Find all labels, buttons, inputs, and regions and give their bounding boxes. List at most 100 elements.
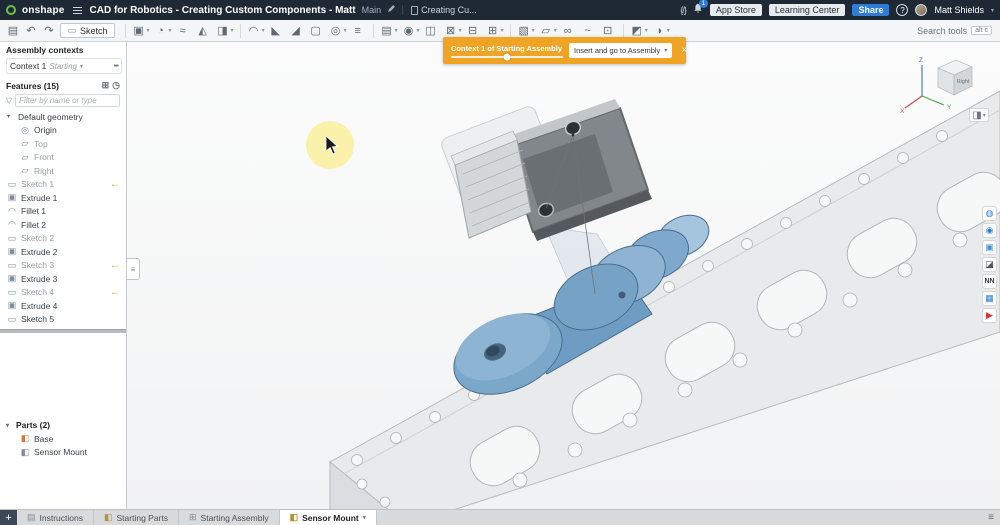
grid-widget-icon[interactable]: ▦ (982, 291, 997, 306)
rib-tool[interactable]: ≡ (349, 22, 367, 39)
collapse-caret-icon[interactable]: ▾ (7, 113, 14, 120)
banner-close-icon[interactable]: × (678, 45, 690, 56)
user-menu-caret-icon[interactable]: ▾ (991, 7, 994, 14)
capture-widget-icon[interactable]: ▣ (982, 240, 997, 255)
context-opacity-slider[interactable] (451, 53, 563, 60)
feature-row[interactable]: ▭ Sketch 3 ← (0, 259, 126, 273)
top-plane-row[interactable]: ▱ Top (0, 137, 126, 151)
feature-row[interactable]: ▣ Extrude 2 (0, 245, 126, 259)
circular-pattern-tool[interactable]: ◉ ▾ (400, 22, 420, 39)
context-menu-button[interactable]: ••• (114, 63, 119, 70)
feature-filter-row: ▽ (0, 93, 126, 110)
feature-row[interactable]: ▣ Extrude 3 (0, 272, 126, 286)
document-title: CAD for Robotics - Creating Custom Compo… (89, 4, 356, 16)
in-context-arrow-icon: ← (110, 286, 120, 298)
hole-tool[interactable]: ◎ ▾ (327, 22, 347, 39)
rollback-bar[interactable] (0, 329, 126, 333)
open-document-tab-label: Creating Cu... (421, 5, 477, 15)
graphics-area[interactable] (127, 42, 1000, 509)
open-document-tab[interactable]: Creating Cu... (402, 5, 477, 15)
redo-icon[interactable]: ↷ (40, 22, 58, 39)
app-store-button[interactable]: App Store (709, 4, 762, 16)
user-name[interactable]: Matt Shields (934, 5, 984, 15)
right-plane-row[interactable]: ▱ Right (0, 164, 126, 178)
panel-widget-icon[interactable]: ◪ (982, 257, 997, 272)
front-plane-row[interactable]: ▱ Front (0, 151, 126, 165)
base-plate-part[interactable] (329, 90, 1000, 509)
insert-and-go-button[interactable]: Insert and go to Assembly ▾ (569, 43, 673, 58)
loft-tool[interactable]: ◭ (194, 22, 212, 39)
tab-manager-icon[interactable]: ≡ (982, 510, 1000, 525)
notifications-bell-icon[interactable]: 1 (693, 0, 708, 17)
feature-panel-resize-handle[interactable]: ≡ (127, 258, 140, 280)
origin-row[interactable]: ◎ Origin (0, 124, 126, 138)
slider-knob[interactable] (503, 53, 511, 60)
view-options-button[interactable]: ◨ ▾ (969, 108, 989, 122)
learning-center-button[interactable]: Learning Center (768, 4, 846, 16)
linear-pattern-tool[interactable]: ▤ ▾ (378, 22, 397, 39)
feature-row[interactable]: ▭ Sketch 4 ← (0, 286, 126, 300)
tab-menu-caret-icon[interactable]: ▾ (363, 514, 366, 521)
branch-label[interactable]: Main (362, 5, 382, 15)
loft-icon: ◭ (198, 25, 207, 37)
feature-row[interactable]: ▣ Extrude 1 (0, 191, 126, 205)
revolve-tool[interactable]: ◔ ▾ (152, 22, 171, 39)
notes-widget-icon[interactable]: NN (982, 274, 997, 289)
part-row[interactable]: ◧ Base (0, 432, 126, 446)
video-widget-icon[interactable]: ▶ (982, 308, 997, 323)
shell-icon: ▢ (310, 25, 321, 37)
extrude-tool[interactable]: ▣ ▾ (130, 22, 149, 39)
sphere-widget-icon[interactable]: ◍ (982, 206, 997, 221)
tab-instructions[interactable]: ▤ Instructions (17, 510, 94, 525)
tab-starting-parts[interactable]: ◧ Starting Parts (94, 510, 179, 525)
help-button[interactable]: ? (896, 4, 909, 16)
tab-label: Starting Parts (116, 512, 169, 523)
sweep-tool[interactable]: ≈ (174, 22, 192, 39)
axis-z-label: Z (919, 57, 923, 64)
feature-row[interactable]: ▣ Extrude 4 (0, 299, 126, 313)
tab-starting-assembly[interactable]: ⊞ Starting Assembly (179, 510, 280, 525)
extrude-icon: ▣ (7, 300, 17, 311)
tab-sensor-mount[interactable]: ◧ Sensor Mount ▾ (279, 510, 377, 525)
user-avatar[interactable] (915, 4, 928, 16)
parts-header[interactable]: ▾ Parts (2) (0, 417, 126, 432)
lens-widget-icon[interactable]: ◉ (982, 223, 997, 238)
feature-filter-input[interactable] (15, 94, 120, 107)
draft-tool[interactable]: ◢ (287, 22, 305, 39)
chamfer-tool[interactable]: ◣ (267, 22, 285, 39)
feature-row[interactable]: ▭ Sketch 2 (0, 232, 126, 246)
feature-row[interactable]: ▭ Sketch 1 ← (0, 178, 126, 192)
new-tab-button[interactable]: + (0, 510, 17, 525)
sketch-icon: ▭ (67, 25, 77, 35)
rollback-history-icon[interactable]: ◷ (112, 80, 120, 91)
sketch-button[interactable]: ▭ Sketch (60, 23, 115, 38)
onshape-logo-icon[interactable] (6, 5, 16, 15)
front-plane-label: Front (34, 152, 54, 163)
feature-row[interactable]: ◠ Fillet 2 (0, 218, 126, 232)
context-caret-icon[interactable]: ▾ (80, 63, 83, 70)
panel-toggle-icon[interactable]: ▤ (4, 22, 22, 39)
top-plane-label: Top (34, 138, 48, 149)
share-button[interactable]: Share (852, 4, 890, 16)
3d-viewport[interactable] (127, 42, 1000, 509)
view-cube-faces[interactable]: Right (937, 59, 973, 96)
new-folder-icon[interactable]: ⊞ (102, 80, 110, 91)
collapse-caret-icon[interactable]: ▾ (6, 422, 13, 429)
edit-pencil-icon[interactable] (387, 4, 396, 16)
default-geometry-row[interactable]: ▾ Default geometry (0, 110, 126, 124)
fillet-tool[interactable]: ◠ ▾ (245, 22, 265, 39)
feature-row[interactable]: ▭ Sketch 5 (0, 313, 126, 327)
mirror-tool[interactable]: ◫ (422, 22, 440, 39)
chamfer-icon: ◣ (271, 25, 280, 37)
part-row[interactable]: ◧ Sensor Mount (0, 446, 126, 460)
feedback-code-icon[interactable]: {/} (680, 5, 686, 15)
view-cube[interactable]: Z X Y Right (898, 52, 980, 115)
search-tools-button[interactable]: Search tools alt c (917, 26, 996, 36)
context-row[interactable]: Context 1 Starting ▾ ••• (6, 58, 122, 74)
thicken-tool[interactable]: ◨ ▾ (214, 22, 233, 39)
undo-icon[interactable]: ↶ (22, 22, 40, 39)
feature-row[interactable]: ◠ Fillet 1 (0, 205, 126, 219)
main-menu-icon[interactable] (72, 6, 82, 14)
shell-tool[interactable]: ▢ (307, 22, 325, 39)
assembly-contexts-header: Assembly contexts (0, 42, 126, 57)
